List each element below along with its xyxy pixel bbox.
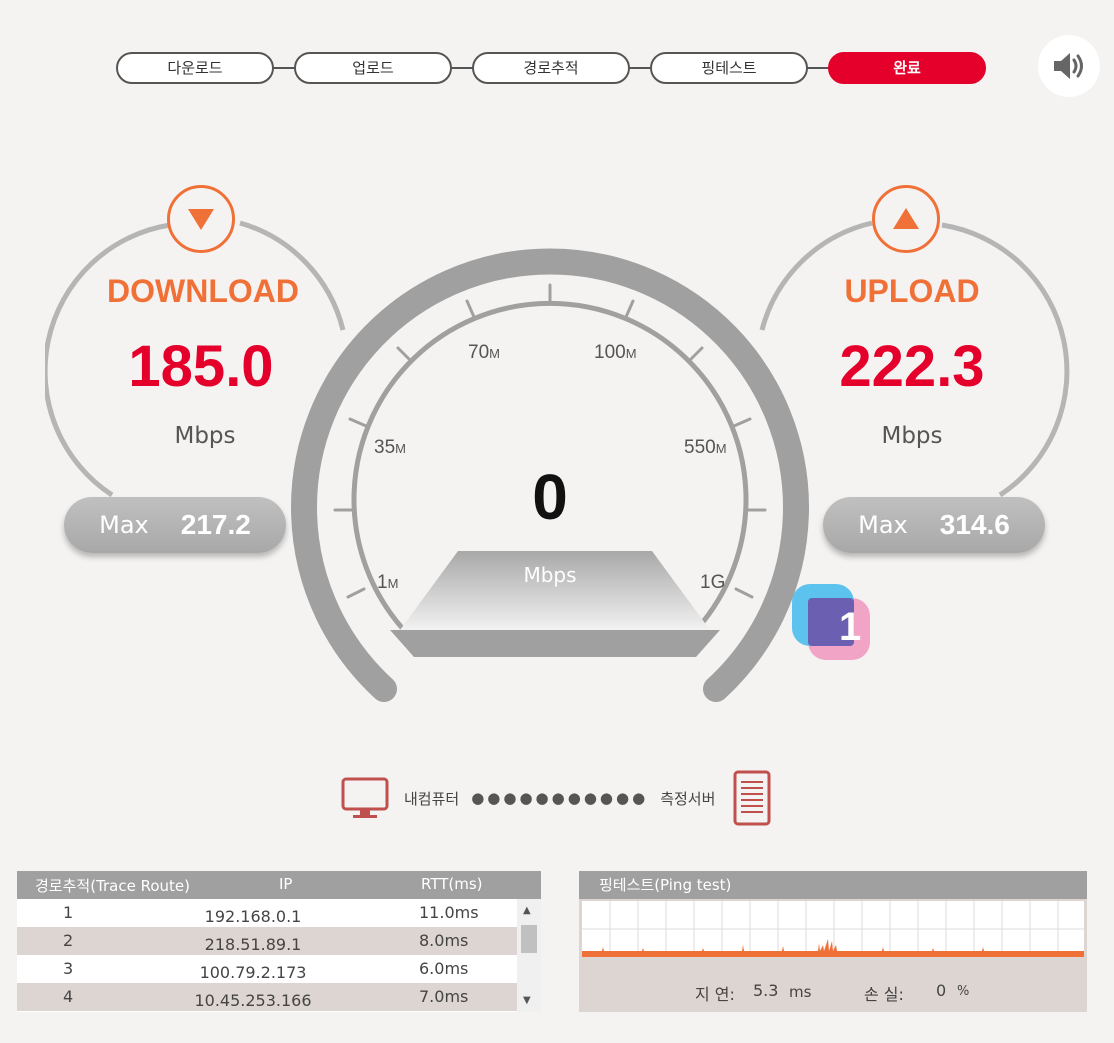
trace-hop-number: 2 [63,931,74,950]
step-download: 다운로드 [116,52,274,84]
scroll-down-icon[interactable]: ▼ [523,995,531,1006]
trace-route-table: 경로추적(Trace Route) IP RTT(ms) 1 192.168.0… [17,871,541,1012]
client-label: 내컴퓨터 [404,789,460,808]
app-badge-icon: 1 [792,584,870,660]
trace-hop-rtt: 11.0ms [419,903,479,922]
upload-max-value: 314.6 [939,509,1010,540]
trace-hop-number: 4 [63,987,74,1006]
trace-header-rtt: RTT(ms) [421,875,483,893]
computer-monitor-icon [341,777,389,818]
overlay-app-badge[interactable]: 1 [790,582,872,664]
trace-hop-rtt: 7.0ms [419,987,469,1006]
scroll-up-icon[interactable]: ▲ [523,905,531,916]
loss-label: 손 실: [864,985,904,1004]
step-ping-test: 핑테스트 [650,52,808,84]
download-max-pill: Max 217.2 [64,497,286,553]
trace-header-route: 경로추적(Trace Route) [35,877,191,895]
loss-value: 0 [936,981,947,1000]
arrow-up-icon [893,208,919,229]
trace-table-header: 경로추적(Trace Route) IP RTT(ms) [17,871,541,899]
trace-hop-ip: 192.168.0.1 [204,907,302,926]
table-row: 4 10.45.253.166 7.0ms [17,983,541,1011]
trace-hop-rtt: 6.0ms [419,959,469,978]
server-label: 측정서버 [660,789,716,808]
speaker-icon [1054,53,1083,79]
speed-gauge: 1M 35M 70M 100M 550M 1G 0 Mbps [290,245,810,715]
gauge-value: 0 [532,461,568,533]
upload-max-pill: Max 314.6 [823,497,1045,553]
download-max-value: 217.2 [180,509,251,540]
arrow-down-icon [188,209,214,230]
trace-hop-ip: 218.51.89.1 [204,935,302,954]
ping-title: 핑테스트(Ping test) [579,871,1087,899]
trace-hop-number: 1 [63,903,74,922]
upload-max-label: Max [858,511,908,539]
loss-unit: % [957,984,970,999]
table-row: 1 192.168.0.1 11.0ms [17,899,541,927]
gauge-unit: Mbps [523,563,577,587]
tick-label-70m: 70M [468,342,500,363]
trace-hop-ip: 10.45.253.166 [194,991,312,1010]
step-trace-route: 경로추적 [472,52,630,84]
connection-indicator: 내컴퓨터 ●●●●●●●●●●● 측정서버 [340,770,771,826]
tick-label-100m: 100M [594,342,637,363]
step-complete: 완료 [828,52,986,84]
table-row: 3 100.79.2.173 6.0ms [17,955,541,983]
trace-hop-ip: 100.79.2.173 [199,963,307,982]
sound-toggle-button[interactable] [1038,35,1100,97]
ping-test-panel: 핑테스트(Ping test) 지 연: 5.3 ms 손 실: 0 % [579,871,1087,1012]
ping-graph [582,901,1084,957]
svg-text:1: 1 [839,605,861,649]
latency-label: 지 연: [695,985,735,1004]
trace-hop-number: 3 [63,959,74,978]
latency-unit: ms [789,983,812,1001]
tick-label-35m: 35M [374,437,406,458]
upload-arrow-button [872,185,940,253]
trace-scrollbar[interactable]: ▲ ▼ [517,899,541,1012]
server-icon [733,770,771,826]
scroll-thumb[interactable] [521,925,537,953]
trace-header-ip: IP [279,875,293,893]
trace-hop-rtt: 8.0ms [419,931,469,950]
connection-dots: ●●●●●●●●●●● [471,789,649,807]
table-row: 2 218.51.89.1 8.0ms [17,927,541,955]
step-upload: 업로드 [294,52,452,84]
progress-stepper: 다운로드 업로드 경로추적 핑테스트 완료 [116,52,988,84]
download-max-label: Max [99,511,149,539]
download-arrow-button [167,185,235,253]
tick-label-550m: 550M [684,437,727,458]
latency-value: 5.3 [753,981,779,1000]
